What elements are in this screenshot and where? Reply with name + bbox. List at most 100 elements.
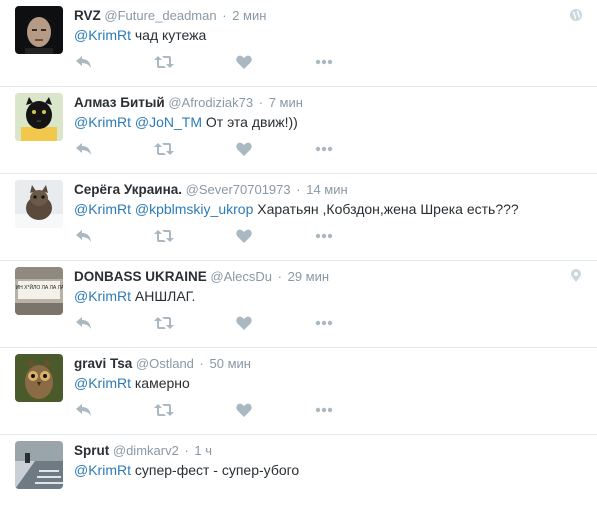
reply-icon: [76, 56, 91, 68]
author-name[interactable]: DONBASS UKRAINE: [74, 269, 207, 284]
globe-icon: [570, 9, 582, 21]
author-name[interactable]: Sprut: [74, 443, 109, 458]
author-handle[interactable]: @Future_deadman: [104, 8, 216, 23]
tweet: ПУТИН Х*ЙЛО ЛА ЛА ЛА ЛА DONBASS UKRAINE …: [0, 261, 597, 348]
tweet-actions: [74, 139, 334, 159]
tweet-actions: [74, 313, 334, 333]
tweet-text: @KrimRt @JoN_TM От эта движ!)): [74, 113, 587, 131]
mention-link[interactable]: @KrimRt: [74, 462, 131, 478]
more-button[interactable]: [314, 313, 334, 333]
more-button[interactable]: [314, 139, 334, 159]
like-button[interactable]: [234, 226, 254, 246]
timestamp[interactable]: 29 мин: [288, 269, 329, 284]
tweet: Алмаз Битый @Afrodiziak73 · 7 мин @KrimR…: [0, 87, 597, 174]
like-icon: [236, 403, 252, 417]
tweet-header: DONBASS UKRAINE @AlecsDu · 29 мин: [74, 269, 557, 285]
more-icon: [315, 59, 333, 65]
author-handle[interactable]: @dimkarv2: [113, 443, 179, 458]
retweet-icon: [154, 317, 174, 329]
tweet-body: Харатьян ,Кобздон,жена Шрека есть???: [257, 201, 519, 217]
more-icon: [315, 320, 333, 326]
tweet-body: От эта движ!)): [205, 114, 298, 130]
retweet-button[interactable]: [154, 139, 174, 159]
timestamp[interactable]: 1 ч: [194, 443, 212, 458]
author-name[interactable]: RVZ: [74, 8, 101, 23]
separator-dot: ·: [184, 443, 189, 458]
tweet-header: Алмаз Битый @Afrodiziak73 · 7 мин: [74, 95, 557, 111]
timestamp[interactable]: 2 мин: [232, 8, 266, 23]
tweet-body: супер-фест - супер-убого: [134, 462, 300, 478]
author-name[interactable]: Алмаз Битый: [74, 95, 165, 110]
avatar[interactable]: [15, 180, 63, 228]
more-button[interactable]: [314, 226, 334, 246]
reply-icon: [76, 317, 91, 329]
like-button[interactable]: [234, 313, 254, 333]
retweet-icon: [154, 143, 174, 155]
reply-icon: [76, 230, 91, 242]
author-name[interactable]: Серёга Украина.: [74, 182, 182, 197]
author-handle[interactable]: @AlecsDu: [210, 269, 272, 284]
reply-button[interactable]: [74, 139, 94, 159]
mention-link[interactable]: @KrimRt: [74, 288, 131, 304]
mention-link[interactable]: @KrimRt: [74, 27, 131, 43]
tweet-text: @KrimRt камерно: [74, 374, 587, 392]
tweet-header: RVZ @Future_deadman · 2 мин: [74, 8, 557, 24]
retweet-icon: [154, 56, 174, 68]
mention-link[interactable]: @KrimRt: [74, 375, 131, 391]
reply-icon: [76, 143, 91, 155]
tweet-body: чад кутежа: [134, 27, 207, 43]
like-icon: [236, 55, 252, 69]
avatar[interactable]: [15, 6, 63, 54]
retweet-button[interactable]: [154, 313, 174, 333]
retweet-button[interactable]: [154, 226, 174, 246]
reply-button[interactable]: [74, 313, 94, 333]
timestamp[interactable]: 7 мин: [269, 95, 303, 110]
tweet-body: камерно: [134, 375, 190, 391]
retweet-button[interactable]: [154, 400, 174, 420]
mention-link[interactable]: @kpblmskiy_ukrop: [135, 201, 253, 217]
separator-dot: ·: [199, 356, 204, 371]
avatar[interactable]: [15, 354, 63, 402]
more-button[interactable]: [314, 52, 334, 72]
retweet-button[interactable]: [154, 52, 174, 72]
like-button[interactable]: [234, 139, 254, 159]
more-icon: [315, 233, 333, 239]
reply-button[interactable]: [74, 52, 94, 72]
reply-button[interactable]: [74, 226, 94, 246]
timestamp[interactable]: 14 мин: [306, 182, 347, 197]
like-icon: [236, 316, 252, 330]
author-handle[interactable]: @Sever70701973: [186, 182, 291, 197]
tweet: RVZ @Future_deadman · 2 мин @KrimRt чад …: [0, 0, 597, 87]
tweet-actions: [74, 52, 334, 72]
reply-button[interactable]: [74, 400, 94, 420]
more-icon: [315, 407, 333, 413]
mention-link[interactable]: @KrimRt: [74, 114, 131, 130]
tweet-text: @KrimRt АНШЛАГ.: [74, 287, 587, 305]
timestamp[interactable]: 50 мин: [210, 356, 251, 371]
tweet-header: gravi Tsa @Ostland · 50 мин: [74, 356, 557, 372]
more-button[interactable]: [314, 400, 334, 420]
avatar[interactable]: [15, 93, 63, 141]
retweet-icon: [154, 404, 174, 416]
avatar[interactable]: ПУТИН Х*ЙЛО ЛА ЛА ЛА ЛА: [15, 267, 63, 315]
like-icon: [236, 229, 252, 243]
tweet-actions: [74, 400, 334, 420]
mention-link[interactable]: @KrimRt: [74, 201, 131, 217]
more-icon: [315, 146, 333, 152]
like-button[interactable]: [234, 400, 254, 420]
avatar[interactable]: [15, 441, 63, 489]
like-icon: [236, 142, 252, 156]
tweet-feed: RVZ @Future_deadman · 2 мин @KrimRt чад …: [0, 0, 597, 522]
author-handle[interactable]: @Afrodiziak73: [168, 95, 253, 110]
like-button[interactable]: [234, 52, 254, 72]
tweet-text: @KrimRt супер-фест - супер-убого: [74, 461, 587, 479]
tweet-actions: [74, 226, 334, 246]
author-handle[interactable]: @Ostland: [136, 356, 194, 371]
author-name[interactable]: gravi Tsa: [74, 356, 132, 371]
separator-dot: ·: [222, 8, 227, 23]
mention-link[interactable]: @JoN_TM: [135, 114, 202, 130]
tweet-text: @KrimRt @kpblmskiy_ukrop Харатьян ,Кобзд…: [74, 200, 587, 218]
separator-dot: ·: [258, 95, 264, 110]
tweet-text: @KrimRt чад кутежа: [74, 26, 587, 44]
tweet-header: Sprut @dimkarv2 · 1 ч: [74, 443, 557, 459]
